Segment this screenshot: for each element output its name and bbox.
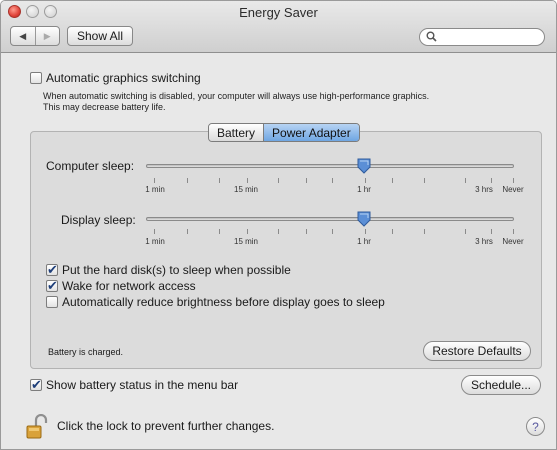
schedule-button[interactable]: Schedule... [461, 375, 541, 395]
tab-battery[interactable]: Battery [209, 124, 264, 141]
reduce-brightness-label: Automatically reduce brightness before d… [62, 295, 385, 309]
option-row-hard-disk-sleep[interactable]: Put the hard disk(s) to sleep when possi… [46, 262, 291, 278]
display-sleep-scale-label: 15 min [233, 237, 259, 246]
forward-button[interactable]: ▶ [34, 27, 60, 45]
display-sleep-label: Display sleep: [61, 213, 136, 227]
search-field[interactable] [419, 28, 545, 46]
computer-sleep-scale-label: 1 hr [357, 185, 371, 194]
display-sleep-scale-label: Never [502, 237, 524, 246]
computer-sleep-scale-label: 1 min [145, 185, 165, 194]
reduce-brightness-checkbox[interactable] [46, 296, 58, 308]
restore-defaults-button[interactable]: Restore Defaults [423, 341, 531, 361]
wake-network-checkbox[interactable] [46, 278, 58, 294]
option-row-wake-network[interactable]: Wake for network access [46, 278, 196, 294]
search-icon [426, 31, 437, 42]
graphics-switching-label: Automatic graphics switching [46, 71, 201, 85]
display-sleep-scale-label: 1 min [145, 237, 165, 246]
hard-disk-sleep-checkbox[interactable] [46, 262, 58, 278]
option-row-reduce-brightness[interactable]: Automatically reduce brightness before d… [46, 295, 385, 309]
energy-saver-window: Energy Saver ◀ ▶ Show All Automatic grap… [0, 0, 557, 450]
window-title: Energy Saver [239, 5, 318, 20]
wake-network-label: Wake for network access [62, 279, 196, 293]
help-icon[interactable]: ? [526, 417, 545, 436]
graphics-switching-description: When automatic switching is disabled, yo… [43, 91, 513, 113]
lock-open-icon[interactable] [25, 414, 49, 440]
back-forward-control: ◀ ▶ [10, 26, 60, 46]
graphics-description-line: This may decrease battery life. [43, 102, 166, 112]
power-source-tabs: Battery Power Adapter [208, 123, 360, 142]
show-all-button[interactable]: Show All [67, 26, 133, 46]
computer-sleep-scale-label: 3 hrs [475, 185, 493, 194]
computer-sleep-ticks [146, 178, 514, 184]
search-input[interactable] [440, 30, 538, 44]
show-battery-status-checkbox[interactable] [30, 377, 42, 393]
display-sleep-ticks [146, 229, 514, 235]
show-battery-status-row[interactable]: Show battery status in the menu bar [30, 377, 239, 393]
tab-power-adapter[interactable]: Power Adapter [263, 124, 359, 141]
hard-disk-sleep-label: Put the hard disk(s) to sleep when possi… [62, 263, 291, 277]
title-bar: Energy Saver ◀ ▶ Show All [1, 1, 556, 53]
back-button[interactable]: ◀ [11, 27, 35, 45]
computer-sleep-label: Computer sleep: [46, 159, 135, 173]
display-sleep-slider-track[interactable] [146, 217, 514, 221]
computer-sleep-scale-label: 15 min [233, 185, 259, 194]
graphics-switching-row[interactable]: Automatic graphics switching [30, 71, 201, 85]
graphics-switching-checkbox[interactable] [30, 72, 42, 84]
graphics-description-line: When automatic switching is disabled, yo… [43, 91, 430, 101]
slider-thumb-icon[interactable] [357, 158, 371, 174]
show-battery-status-label: Show battery status in the menu bar [46, 378, 239, 392]
display-sleep-scale-label: 1 hr [357, 237, 371, 246]
slider-thumb-icon[interactable] [357, 211, 371, 227]
lock-message: Click the lock to prevent further change… [57, 419, 275, 433]
display-sleep-scale-label: 3 hrs [475, 237, 493, 246]
computer-sleep-scale-label: Never [502, 185, 524, 194]
battery-status-text: Battery is charged. [48, 347, 124, 357]
computer-sleep-slider-track[interactable] [146, 164, 514, 168]
